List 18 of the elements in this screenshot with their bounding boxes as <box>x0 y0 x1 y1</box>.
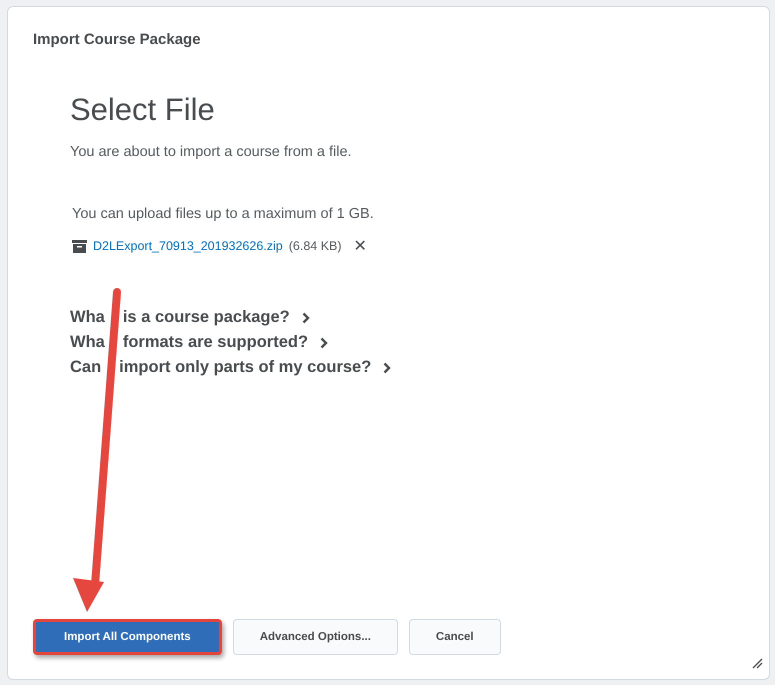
chevron-icon <box>320 336 328 348</box>
resize-handle-icon <box>752 658 763 669</box>
file-link[interactable]: D2LExport_70913_201932626.zip <box>93 239 283 253</box>
archive-icon <box>72 240 87 252</box>
help-link[interactable]: Wha formats are supported? <box>70 333 769 352</box>
import-button[interactable]: Import All Components <box>33 619 222 655</box>
secondary-button[interactable]: Cancel <box>408 619 501 655</box>
chevron-icon <box>383 362 392 374</box>
help-link[interactable]: Can import only parts of my course? <box>70 358 769 377</box>
intro-text: You are about to import a course from a file. <box>70 144 353 160</box>
secondary-button[interactable]: Advanced Options... <box>232 619 398 655</box>
remove-file-button[interactable]: ✕ <box>348 236 367 256</box>
file-size: (6.84 KB) <box>288 239 342 253</box>
chevron-icon <box>302 312 310 324</box>
page-heading: Select File <box>70 92 216 128</box>
dialog-title: Import Course Package <box>33 31 202 48</box>
upload-limit-text: You can upload files up to a maximum of 1 GB. <box>72 206 375 222</box>
help-link[interactable]: Wha is a course package? <box>70 308 769 327</box>
